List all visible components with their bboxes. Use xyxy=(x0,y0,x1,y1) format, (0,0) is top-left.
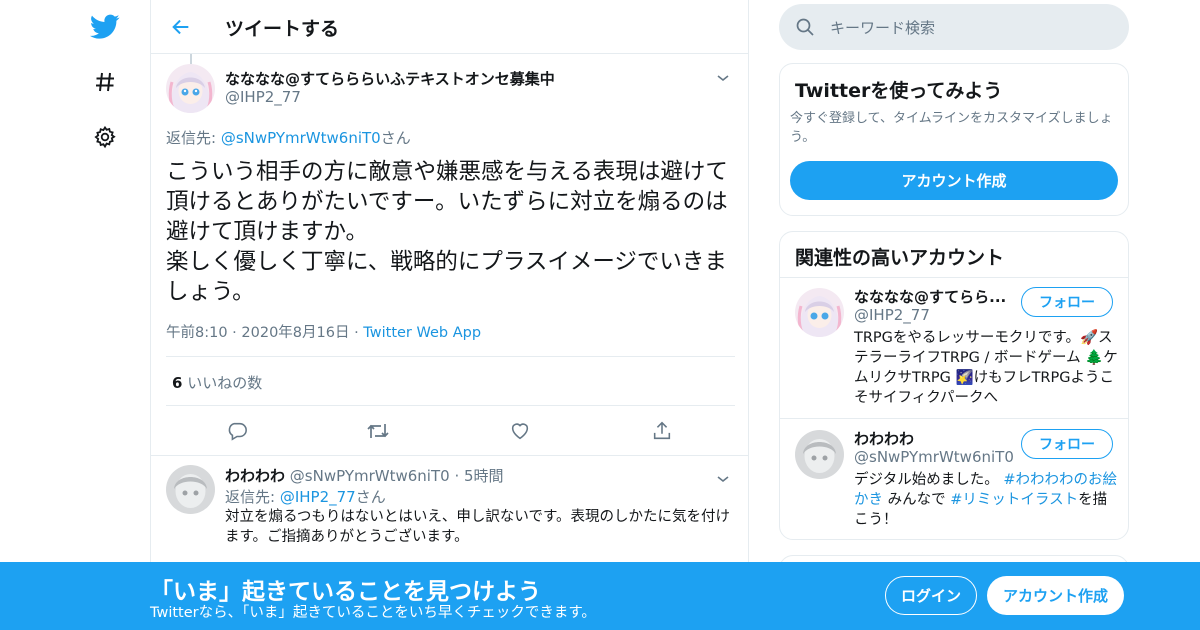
tweet-actions xyxy=(166,416,735,446)
create-account-button[interactable]: アカウント作成 xyxy=(790,161,1118,200)
account-handle[interactable]: @sNwPYmrWtw6niT0 xyxy=(854,448,1014,466)
avatar[interactable] xyxy=(795,430,844,479)
meta-separator: · xyxy=(449,467,464,485)
likes-count-link[interactable]: 6 いいねの数 xyxy=(172,372,262,393)
signup-card-description: 今すぐ登録して、タイムラインをカスタマイズしましょう。 xyxy=(790,111,1113,145)
tweet-text: こういう相手の方に敵意や嫌悪感を与える表現は避けて頂けるとありがたいですー。いた… xyxy=(166,159,728,305)
chevron-down-icon[interactable] xyxy=(715,471,731,487)
reply-to-suffix: さん xyxy=(355,488,386,506)
avatar[interactable] xyxy=(166,465,215,514)
reply-author-handle[interactable]: @sNwPYmrWtw6niT0 xyxy=(290,467,450,485)
tweet-time[interactable]: 午前8:10 xyxy=(166,325,228,341)
arrow-left-icon[interactable] xyxy=(167,13,195,41)
retweet-icon[interactable] xyxy=(363,416,393,446)
gear-icon[interactable] xyxy=(90,122,120,152)
left-nav xyxy=(80,0,130,630)
avatar[interactable] xyxy=(166,64,215,113)
reply-text: 対立を煽るつもりはないとはいえ、申し訳ないです。表現のしかたに気を付けます。ご指… xyxy=(225,509,731,545)
hashtag-link[interactable]: #リミットイラスト xyxy=(950,492,1078,508)
tweet-date[interactable]: 2020年8月16日 xyxy=(241,325,349,341)
follow-button[interactable]: フォロー xyxy=(1021,429,1113,459)
banner-subtitle: Twitterなら、「いま」起きていることをいち早くチェックできます。 xyxy=(150,605,596,621)
likes-label: いいねの数 xyxy=(182,374,263,392)
follow-button[interactable]: フォロー xyxy=(1021,287,1113,317)
reply-to-suffix: さん xyxy=(380,129,411,147)
reply-to-line: 返信先: @IHP2_77さん xyxy=(225,486,386,507)
twitter-bird-icon[interactable] xyxy=(90,12,120,42)
create-account-button[interactable]: アカウント作成 xyxy=(987,576,1124,615)
meta-separator: · xyxy=(227,325,242,341)
signup-card: Twitterを使ってみよう 今すぐ登録して、タイムラインをカスタマイズしましょ… xyxy=(779,63,1129,216)
share-icon[interactable] xyxy=(647,416,677,446)
tweet-source-link[interactable]: Twitter Web App xyxy=(363,325,481,341)
reply-mention-link[interactable]: @sNwPYmrWtw6niT0 xyxy=(221,129,381,147)
author-handle[interactable]: @IHP2_77 xyxy=(225,88,301,106)
related-card-title: 関連性の高いアカウント xyxy=(795,247,1005,269)
search-icon xyxy=(795,17,815,37)
account-name[interactable]: なななな@すてらら... xyxy=(854,286,1006,307)
thread-connector xyxy=(190,54,192,64)
reply-header: わわわわ @sNwPYmrWtw6niT0 · 5時間 xyxy=(225,465,504,486)
tweet-stats: 6 いいねの数 xyxy=(166,356,735,406)
account-item[interactable]: わわわわ @sNwPYmrWtw6niT0 フォロー デジタル始めました。 #わ… xyxy=(780,420,1128,539)
meta-separator: · xyxy=(349,325,364,341)
related-card-header: 関連性の高いアカウント xyxy=(780,232,1128,278)
account-bio: デジタル始めました。 #わわわわのお絵かき みんなで #リミットイラストを描こう… xyxy=(854,470,1118,530)
hashtag-icon[interactable] xyxy=(90,67,120,97)
bio-text: デジタル始めました。 xyxy=(854,472,999,488)
reply-author-name[interactable]: わわわわ xyxy=(225,467,285,485)
reply-to-prefix: 返信先: xyxy=(166,129,221,147)
login-button[interactable]: ログイン xyxy=(885,576,977,615)
search-box[interactable]: キーワード検索 xyxy=(779,4,1129,50)
search-input[interactable]: キーワード検索 xyxy=(830,17,935,38)
account-name[interactable]: わわわわ xyxy=(854,428,914,449)
tweet-meta: 午前8:10 · 2020年8月16日 · Twitter Web App xyxy=(166,321,481,342)
account-bio: TRPGをやるレッサーモクリです。🚀ステラーライフTRPG / ボードゲーム 🌲… xyxy=(854,330,1118,406)
account-handle[interactable]: @IHP2_77 xyxy=(854,306,930,324)
related-accounts-card: 関連性の高いアカウント なななな@すてらら... @IHP2_77 フォロー T… xyxy=(779,231,1129,540)
reply-age[interactable]: 5時間 xyxy=(464,467,504,485)
reply-to-prefix: 返信先: xyxy=(225,488,280,506)
page-title: ツイートする xyxy=(225,18,340,40)
page-header: ツイートする xyxy=(151,0,748,54)
account-item[interactable]: なななな@すてらら... @IHP2_77 フォロー TRPGをやるレッサーモク… xyxy=(780,278,1128,419)
signup-banner: 「いま」起きていることを見つけよう Twitterなら、「いま」起きていることを… xyxy=(0,562,1200,630)
page: ツイートする なななな@すてらららいふテキストオンセ募集中 @IHP2_77 返… xyxy=(0,0,1200,630)
like-icon[interactable] xyxy=(505,416,535,446)
avatar[interactable] xyxy=(795,288,844,337)
divider xyxy=(151,455,749,456)
reply-mention-link[interactable]: @IHP2_77 xyxy=(280,488,356,506)
reply-to-line: 返信先: @sNwPYmrWtw6niT0さん xyxy=(166,127,411,148)
likes-count: 6 xyxy=(172,374,183,392)
author-name[interactable]: なななな@すてらららいふテキストオンセ募集中 xyxy=(225,68,555,89)
chevron-down-icon[interactable] xyxy=(715,70,731,86)
reply-icon[interactable] xyxy=(222,416,252,446)
bio-text: みんなで xyxy=(883,492,951,508)
main-column: ツイートする なななな@すてらららいふテキストオンセ募集中 @IHP2_77 返… xyxy=(150,0,749,630)
signup-card-title: Twitterを使ってみよう xyxy=(795,80,1003,102)
